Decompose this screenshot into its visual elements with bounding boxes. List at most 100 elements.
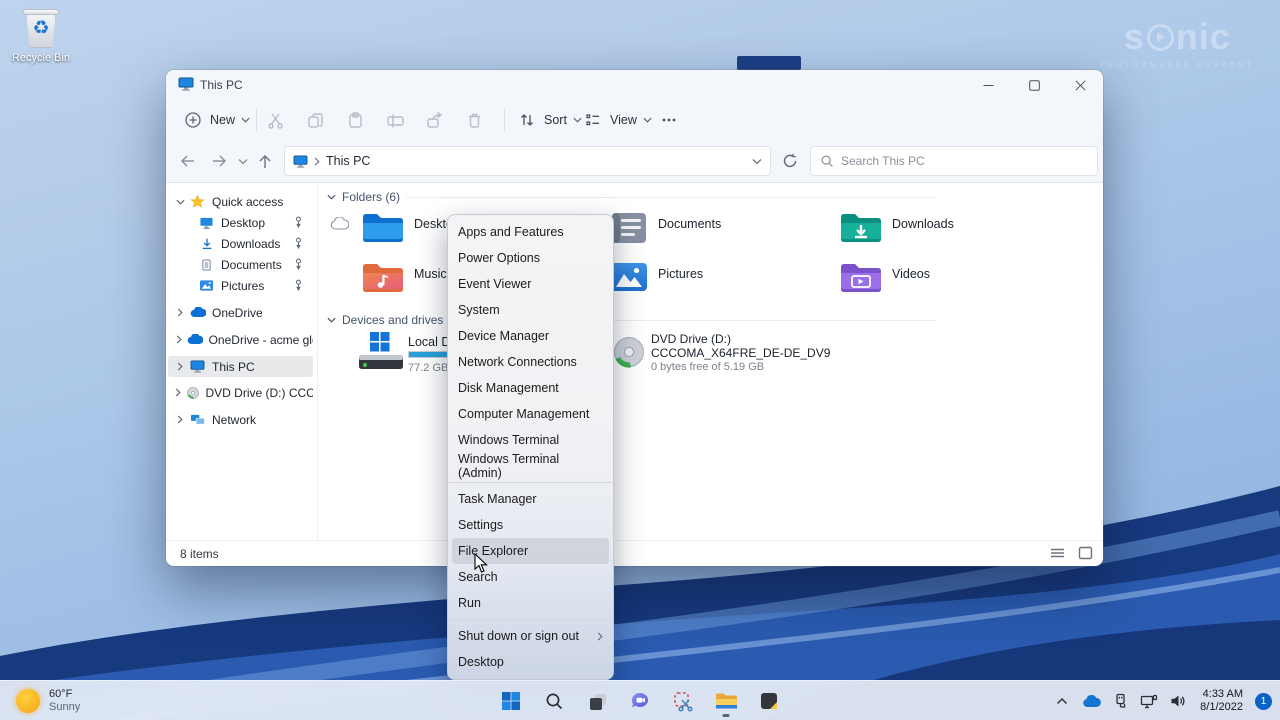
sidebar-item-this-pc[interactable]: This PC xyxy=(168,356,313,377)
details-view-button[interactable] xyxy=(1050,546,1065,565)
menu-item-windows-terminal[interactable]: Windows Terminal xyxy=(448,427,613,453)
rename-button[interactable] xyxy=(384,108,406,132)
search-taskbar-button[interactable] xyxy=(536,683,572,719)
delete-button[interactable] xyxy=(463,108,485,132)
chevron-right-icon[interactable] xyxy=(173,308,187,317)
notification-badge[interactable]: 1 xyxy=(1255,692,1272,710)
folder-icon xyxy=(841,264,881,292)
recent-locations-button[interactable] xyxy=(232,150,254,172)
titlebar[interactable]: This PC xyxy=(166,70,1103,100)
menu-item-network-connections[interactable]: Network Connections xyxy=(448,349,613,375)
sidebar-item-label: Network xyxy=(212,412,257,427)
menu-item-event-viewer[interactable]: Event Viewer xyxy=(448,271,613,297)
paste-icon xyxy=(344,109,366,131)
sort-icon xyxy=(516,109,538,131)
task-view-button[interactable] xyxy=(579,683,615,719)
folder-tile-downloads[interactable]: Downloads xyxy=(839,210,954,246)
pin-icon xyxy=(292,215,305,232)
menu-item-run[interactable]: Run xyxy=(448,590,613,616)
minimize-button[interactable] xyxy=(965,70,1011,100)
menu-item-search[interactable]: Search xyxy=(448,564,613,590)
sidebar-item-label: Documents xyxy=(221,257,282,272)
hidden-icons-button[interactable] xyxy=(1052,691,1072,711)
search-input[interactable] xyxy=(841,154,1088,168)
sidebar-item-dvd-drive[interactable]: DVD Drive (D:) CCCOMA_ xyxy=(168,382,313,403)
volume-icon[interactable] xyxy=(1168,691,1188,711)
large-thumbnails-view-button[interactable] xyxy=(1078,546,1093,565)
sidebar-item-label: Desktop xyxy=(221,215,266,230)
snipping-tool-button[interactable] xyxy=(665,683,701,719)
folder-tile-videos[interactable]: Videos xyxy=(839,260,930,296)
chevron-right-icon[interactable] xyxy=(173,415,187,424)
share-button[interactable] xyxy=(423,108,445,132)
menu-item-system[interactable]: System xyxy=(448,297,613,323)
folder-tile-music[interactable]: Music xyxy=(361,260,447,296)
snipping-tool-icon xyxy=(673,691,693,712)
menu-item-shutdown[interactable]: Shut down or sign out xyxy=(448,623,613,649)
menu-item-task-manager[interactable]: Task Manager xyxy=(448,486,613,512)
usb-eject-icon[interactable] xyxy=(1110,691,1130,711)
rename-icon xyxy=(384,109,406,131)
address-bar[interactable]: This PC xyxy=(284,146,771,176)
sidebar-item-desktop[interactable]: Desktop xyxy=(168,212,313,233)
folder-tile-desktop[interactable]: Desktop xyxy=(361,210,460,246)
desktop: ♻ Recycle Bin s nic PERFORMANCE SUPPORT … xyxy=(0,0,1280,720)
sidebar-item-documents[interactable]: Documents xyxy=(168,254,313,275)
search-icon xyxy=(821,155,833,167)
chevron-right-icon[interactable] xyxy=(173,335,185,344)
copy-button[interactable] xyxy=(304,108,326,132)
sidebar-item-onedrive-acme[interactable]: OneDrive - acme global xyxy=(168,329,313,350)
new-button[interactable]: New xyxy=(182,108,250,132)
view-button[interactable]: View xyxy=(582,108,652,132)
sidebar-item-onedrive[interactable]: OneDrive xyxy=(168,302,313,323)
folder-tile-documents[interactable]: Documents xyxy=(609,210,721,246)
clock[interactable]: 4:33 AM 8/1/2022 xyxy=(1197,688,1246,714)
chat-button[interactable] xyxy=(622,683,658,719)
menu-item-computer-management[interactable]: Computer Management xyxy=(448,401,613,427)
weather-widget[interactable]: 60°F Sunny xyxy=(8,681,88,720)
notes-app-button[interactable] xyxy=(751,683,787,719)
command-bar: New Sort View xyxy=(166,100,1103,140)
back-button[interactable] xyxy=(176,150,198,172)
close-button[interactable] xyxy=(1057,70,1103,100)
chevron-down-icon xyxy=(327,317,336,323)
file-explorer-window: This PC New Sort View This PC Search Thi… xyxy=(166,70,1103,566)
start-button[interactable] xyxy=(493,683,529,719)
chevron-right-icon[interactable] xyxy=(173,362,187,371)
folders-section-header[interactable]: Folders (6) xyxy=(327,190,937,204)
see-more-button[interactable] xyxy=(658,108,680,132)
forward-button[interactable] xyxy=(208,150,230,172)
menu-item-settings[interactable]: Settings xyxy=(448,512,613,538)
drive-tile-local-disk[interactable] xyxy=(357,332,405,372)
address-dropdown-button[interactable] xyxy=(752,152,762,170)
cut-button[interactable] xyxy=(264,108,286,132)
menu-item-windows-terminal-admin[interactable]: Windows Terminal (Admin) xyxy=(448,452,613,480)
drive-tile-dvd[interactable] xyxy=(611,334,647,370)
search-box[interactable] xyxy=(810,146,1098,176)
menu-item-device-manager[interactable]: Device Manager xyxy=(448,323,613,349)
maximize-button[interactable] xyxy=(1011,70,1057,100)
folder-tile-pictures[interactable]: Pictures xyxy=(609,260,703,294)
pin-icon xyxy=(292,257,305,274)
menu-item-apps-features[interactable]: Apps and Features xyxy=(448,219,613,245)
file-explorer-taskbar-button[interactable] xyxy=(708,683,744,719)
onedrive-tray-icon[interactable] xyxy=(1081,691,1101,711)
chevron-right-icon[interactable] xyxy=(173,388,184,397)
sort-button[interactable]: Sort xyxy=(516,108,582,132)
drives-section-header[interactable]: Devices and drives (2) xyxy=(327,313,937,327)
menu-item-desktop[interactable]: Desktop xyxy=(448,649,613,675)
up-button[interactable] xyxy=(254,150,276,172)
sidebar-item-network[interactable]: Network xyxy=(168,409,313,430)
sidebar-item-pictures[interactable]: Pictures xyxy=(168,275,313,296)
paste-button[interactable] xyxy=(344,108,366,132)
menu-item-disk-management[interactable]: Disk Management xyxy=(448,375,613,401)
chevron-down-icon[interactable] xyxy=(173,199,187,205)
sidebar-item-quick-access[interactable]: Quick access xyxy=(168,191,313,212)
notes-app-icon xyxy=(761,693,777,709)
sidebar-item-downloads[interactable]: Downloads xyxy=(168,233,313,254)
menu-item-power-options[interactable]: Power Options xyxy=(448,245,613,271)
network-tray-icon[interactable] xyxy=(1139,691,1159,711)
chevron-down-icon xyxy=(643,117,652,123)
refresh-button[interactable] xyxy=(779,150,801,172)
recycle-bin-shortcut[interactable]: ♻ Recycle Bin xyxy=(6,8,76,64)
